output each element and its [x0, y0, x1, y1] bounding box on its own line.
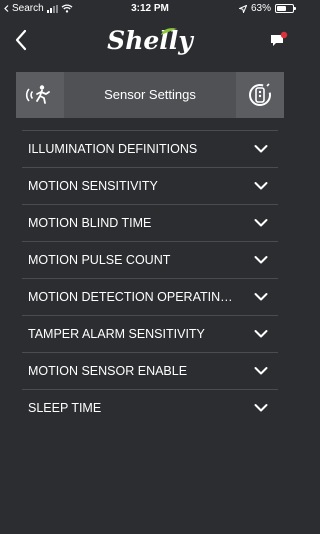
setting-label: SLEEP TIME [28, 401, 102, 415]
chevron-down-icon[interactable] [254, 218, 268, 228]
status-bar: Search 3:12 PM 63% [0, 0, 300, 18]
settings-list: ILLUMINATION DEFINITIONS MOTION SENSITIV… [22, 130, 278, 426]
setting-label: MOTION SENSITIVITY [28, 179, 158, 193]
setting-row-motion-sensor-enable[interactable]: MOTION SENSOR ENABLE [22, 352, 278, 389]
setting-label: ILLUMINATION DEFINITIONS [28, 142, 198, 156]
status-right: 63% [238, 3, 296, 14]
location-arrow-icon [238, 4, 247, 13]
sensor-settings-title: Sensor Settings [104, 87, 196, 102]
chevron-down-icon[interactable] [254, 366, 268, 376]
setting-row-illumination-definitions[interactable]: ILLUMINATION DEFINITIONS [22, 130, 278, 167]
sensor-settings-bar: Sensor Settings [16, 72, 284, 118]
shelly-logo: Shelly [104, 24, 196, 58]
setting-label: MOTION PULSE COUNT [28, 253, 171, 267]
chat-notification-icon[interactable] [270, 31, 288, 49]
chevron-down-icon[interactable] [254, 181, 268, 191]
battery-percent: 63% [250, 3, 271, 14]
setting-row-motion-detection-operating-mode[interactable]: MOTION DETECTION OPERATING M... [22, 278, 278, 315]
chevron-down-icon[interactable] [254, 329, 268, 339]
chevron-down-icon[interactable] [254, 403, 268, 413]
logo-text: Shelly [107, 26, 193, 55]
setting-row-motion-pulse-count[interactable]: MOTION PULSE COUNT [22, 241, 278, 278]
setting-row-tamper-alarm-sensitivity[interactable]: TAMPER ALARM SENSITIVITY [22, 315, 278, 352]
setting-row-sleep-time[interactable]: SLEEP TIME [22, 389, 278, 426]
chevron-down-icon[interactable] [254, 255, 268, 265]
setting-label: MOTION SENSOR ENABLE [28, 364, 188, 378]
setting-label: MOTION BLIND TIME [28, 216, 152, 230]
logo-leaf-icon [161, 28, 177, 35]
battery-icon [275, 4, 296, 13]
app-header: Shelly [0, 18, 300, 64]
device-settings-icon[interactable] [236, 72, 284, 118]
setting-label: TAMPER ALARM SENSITIVITY [28, 327, 205, 341]
back-icon[interactable] [12, 28, 30, 52]
setting-row-motion-blind-time[interactable]: MOTION BLIND TIME [22, 204, 278, 241]
chevron-down-icon[interactable] [254, 144, 268, 154]
motion-sensor-icon[interactable] [16, 72, 64, 118]
setting-row-motion-sensitivity[interactable]: MOTION SENSITIVITY [22, 167, 278, 204]
chevron-down-icon[interactable] [254, 292, 268, 302]
setting-label: MOTION DETECTION OPERATING M... [28, 290, 242, 304]
